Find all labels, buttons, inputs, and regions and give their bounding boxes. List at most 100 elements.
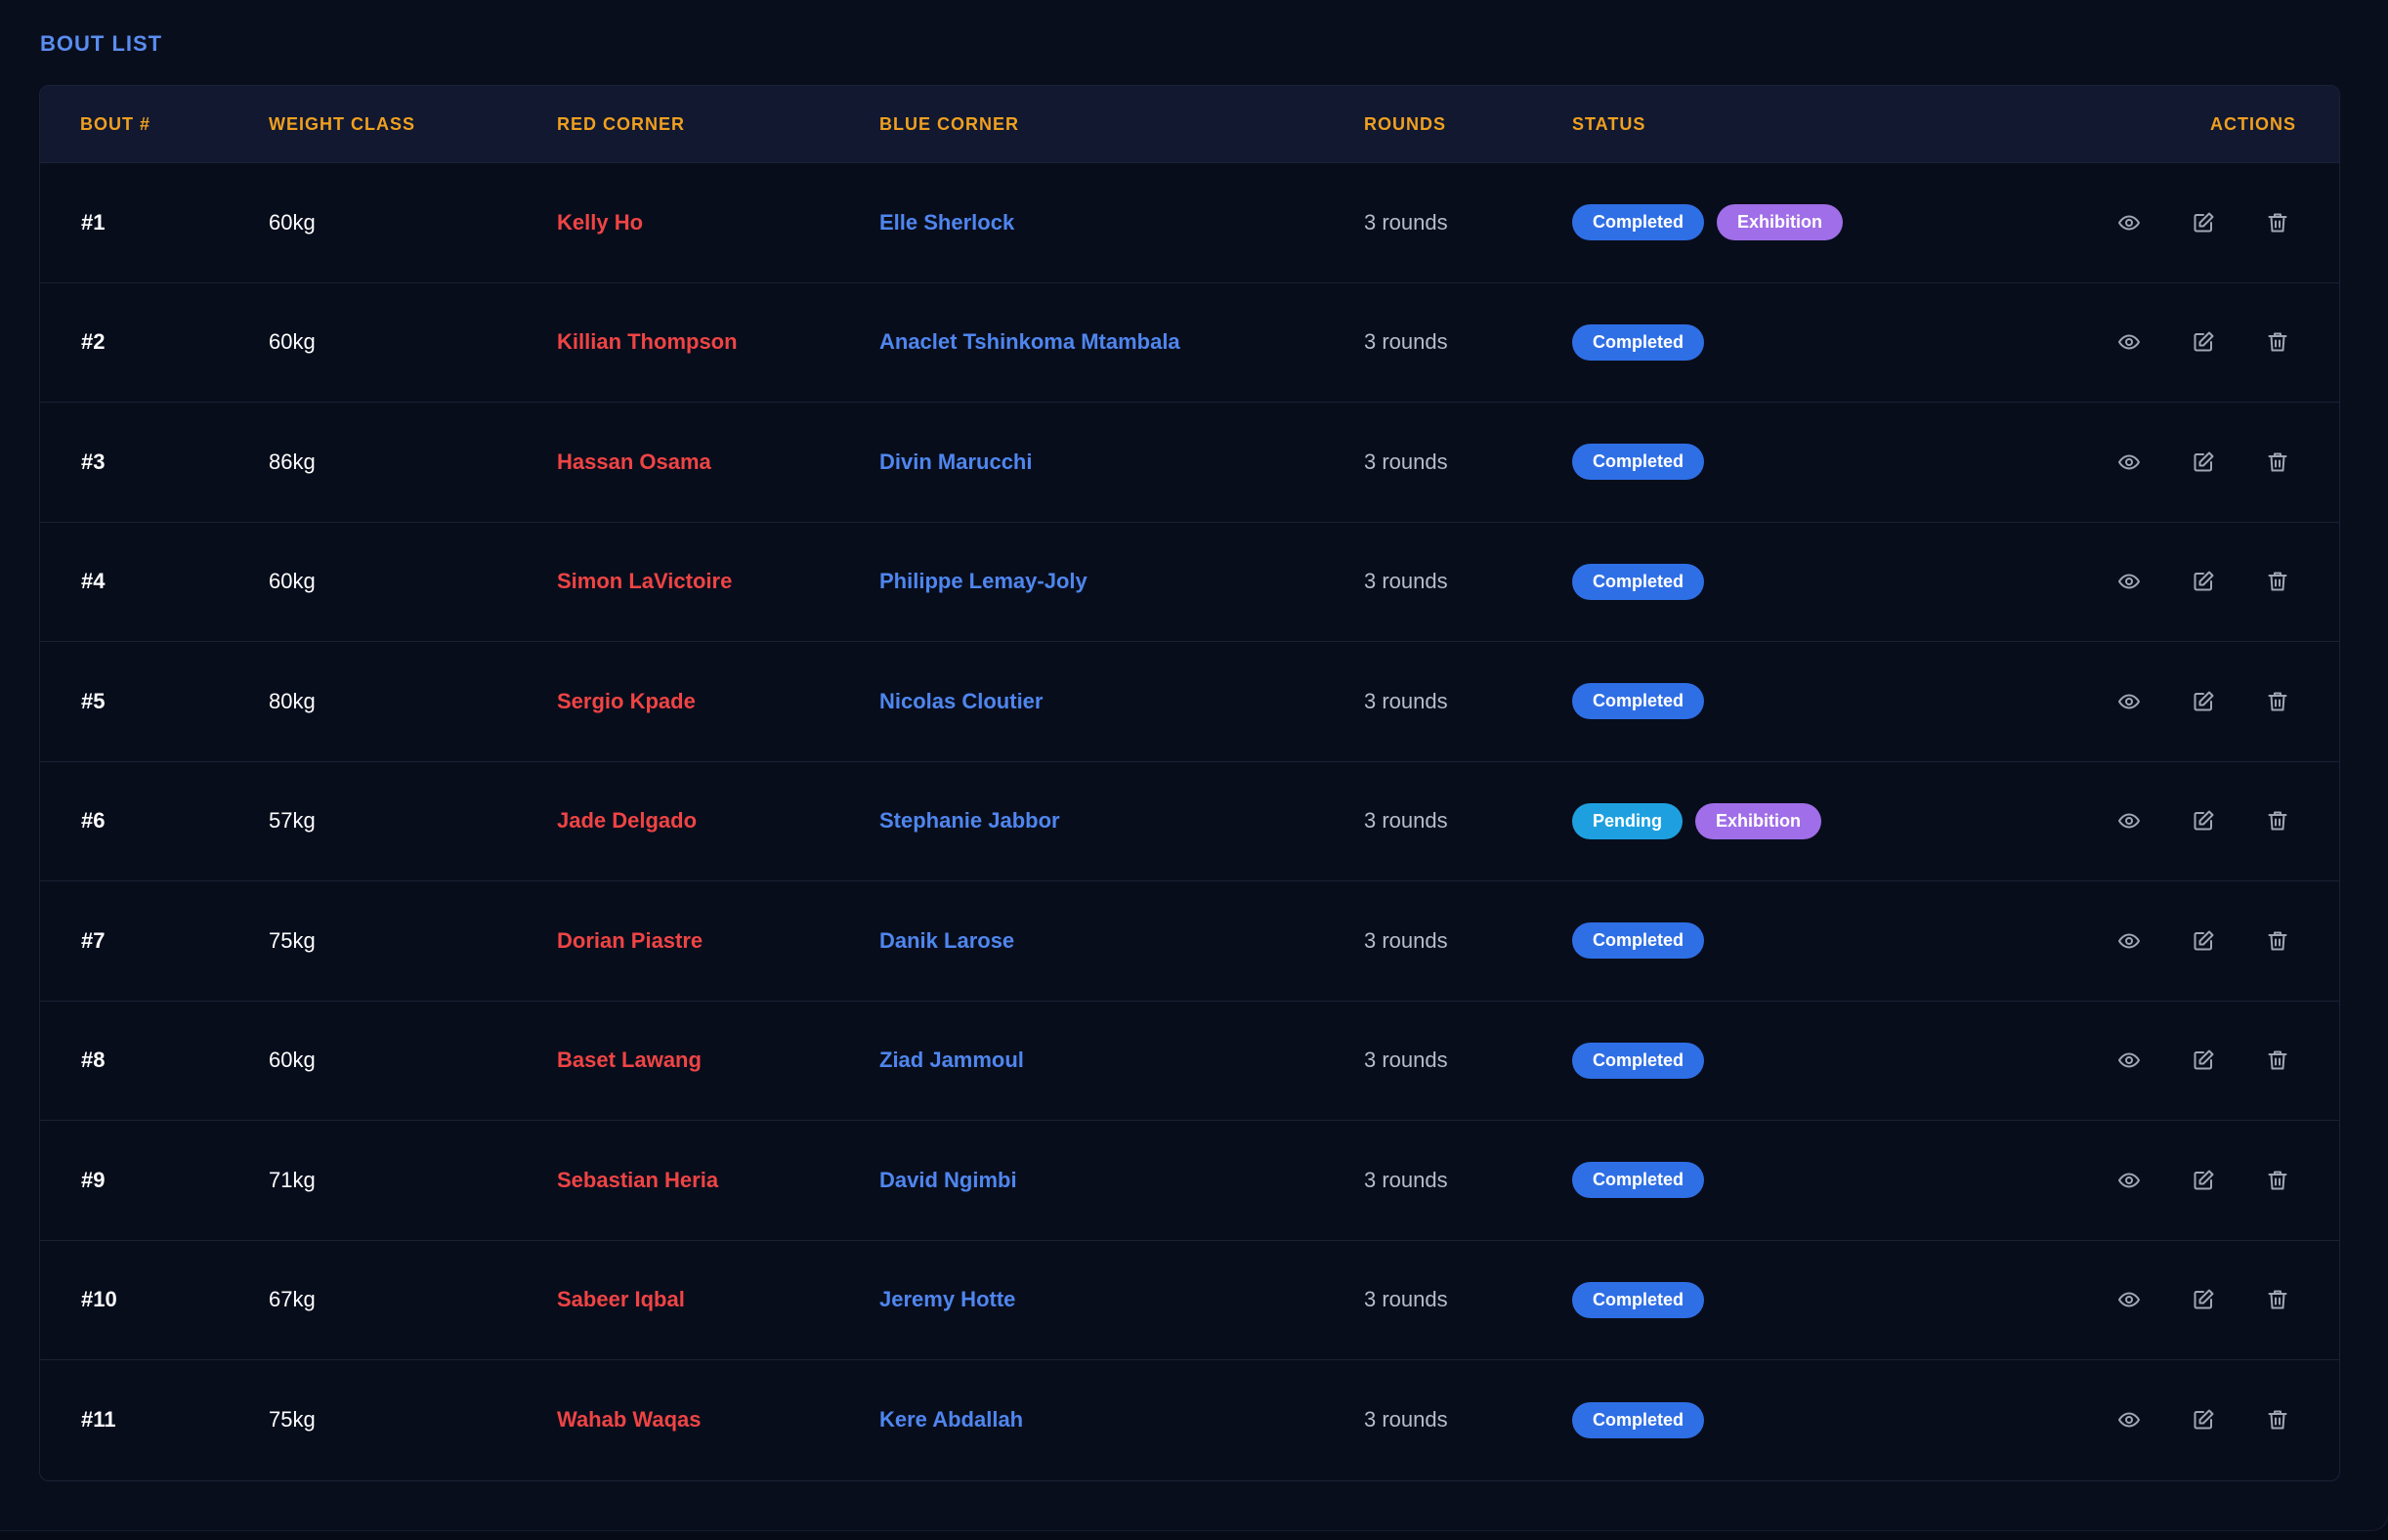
status-cell: Completed xyxy=(1572,283,1705,403)
delete-button[interactable] xyxy=(2240,322,2315,362)
blue-corner-fighter[interactable]: Stephanie Jabbor xyxy=(879,762,1060,881)
trash-icon xyxy=(2268,931,2287,951)
blue-corner-fighter[interactable]: Ziad Jammoul xyxy=(879,1002,1024,1121)
bout-list-panel: BOUT LIST BOUT # WEIGHT CLASS RED CORNER… xyxy=(0,0,2388,1531)
table-row[interactable]: #10 67kg Sabeer Iqbal Jeremy Hotte 3 rou… xyxy=(40,1241,2339,1360)
blue-corner-fighter[interactable]: Philippe Lemay-Joly xyxy=(879,523,1087,642)
delete-button[interactable] xyxy=(2240,562,2315,601)
table-row[interactable]: #2 60kg Killian Thompson Anaclet Tshinko… xyxy=(40,283,2339,403)
delete-button[interactable] xyxy=(2240,203,2315,242)
edit-button[interactable] xyxy=(2166,1400,2240,1439)
table-row[interactable]: #11 75kg Wahab Waqas Kere Abdallah 3 rou… xyxy=(40,1360,2339,1480)
edit-button[interactable] xyxy=(2166,203,2240,242)
view-button[interactable] xyxy=(2092,1161,2166,1200)
status-cell: Completed xyxy=(1572,403,1705,522)
red-corner-fighter[interactable]: Kelly Ho xyxy=(557,163,643,282)
delete-button[interactable] xyxy=(2240,801,2315,840)
weight-class: 67kg xyxy=(269,1287,316,1312)
eye-icon xyxy=(2118,574,2140,589)
table-row[interactable]: #1 60kg Kelly Ho Elle Sherlock 3 rounds … xyxy=(40,163,2339,283)
red-corner-fighter[interactable]: Sabeer Iqbal xyxy=(557,1241,685,1360)
rounds: 3 rounds xyxy=(1364,329,1448,355)
edit-icon xyxy=(2194,1049,2214,1070)
status-cell: Completed xyxy=(1572,881,1705,1001)
red-corner-fighter[interactable]: Killian Thompson xyxy=(557,283,738,403)
edit-icon xyxy=(2194,810,2214,831)
status-cell: Completed xyxy=(1572,523,1705,642)
delete-button[interactable] xyxy=(2240,1280,2315,1319)
bout-table: BOUT # WEIGHT CLASS RED CORNER BLUE CORN… xyxy=(39,85,2340,1481)
blue-corner-fighter[interactable]: Danik Larose xyxy=(879,881,1014,1001)
bout-number: #7 xyxy=(81,927,106,953)
table-row[interactable]: #5 80kg Sergio Kpade Nicolas Cloutier 3 … xyxy=(40,642,2339,762)
bout-number: #11 xyxy=(81,1407,116,1433)
actions-cell xyxy=(2092,642,2315,761)
table-row[interactable]: #6 57kg Jade Delgado Stephanie Jabbor 3 … xyxy=(40,762,2339,881)
red-corner-fighter[interactable]: Sergio Kpade xyxy=(557,642,696,761)
blue-corner-fighter[interactable]: Elle Sherlock xyxy=(879,163,1014,282)
red-corner-fighter[interactable]: Wahab Waqas xyxy=(557,1360,702,1480)
exhibition-badge: Exhibition xyxy=(1695,802,1821,839)
edit-button[interactable] xyxy=(2166,1041,2240,1080)
blue-corner-fighter[interactable]: Kere Abdallah xyxy=(879,1360,1023,1480)
view-button[interactable] xyxy=(2092,682,2166,721)
blue-corner-fighter[interactable]: Anaclet Tshinkoma Mtambala xyxy=(879,283,1180,403)
blue-corner-fighter[interactable]: Jeremy Hotte xyxy=(879,1241,1015,1360)
bout-number: #1 xyxy=(81,209,106,235)
eye-icon xyxy=(2118,694,2140,709)
red-corner-fighter[interactable]: Sebastian Heria xyxy=(557,1121,718,1240)
bout-number: #6 xyxy=(81,808,106,834)
edit-button[interactable] xyxy=(2166,322,2240,362)
blue-corner-fighter[interactable]: Nicolas Cloutier xyxy=(879,642,1043,761)
table-row[interactable]: #4 60kg Simon LaVictoire Philippe Lemay-… xyxy=(40,523,2339,642)
view-button[interactable] xyxy=(2092,921,2166,961)
status-cell: Completed Exhibition xyxy=(1572,163,1844,282)
view-button[interactable] xyxy=(2092,562,2166,601)
delete-button[interactable] xyxy=(2240,443,2315,482)
delete-button[interactable] xyxy=(2240,1161,2315,1200)
status-badge: Completed xyxy=(1572,1162,1705,1199)
edit-button[interactable] xyxy=(2166,682,2240,721)
edit-button[interactable] xyxy=(2166,443,2240,482)
eye-icon xyxy=(2118,454,2140,470)
delete-button[interactable] xyxy=(2240,1400,2315,1439)
bout-number: #2 xyxy=(81,329,106,355)
view-button[interactable] xyxy=(2092,322,2166,362)
view-button[interactable] xyxy=(2092,1400,2166,1439)
status-cell: Completed xyxy=(1572,1241,1705,1360)
red-corner-fighter[interactable]: Baset Lawang xyxy=(557,1002,702,1121)
view-button[interactable] xyxy=(2092,1280,2166,1319)
status-cell: Completed xyxy=(1572,1002,1705,1121)
table-row[interactable]: #8 60kg Baset Lawang Ziad Jammoul 3 roun… xyxy=(40,1002,2339,1121)
edit-button[interactable] xyxy=(2166,921,2240,961)
table-row[interactable]: #7 75kg Dorian Piastre Danik Larose 3 ro… xyxy=(40,881,2339,1002)
blue-corner-fighter[interactable]: Divin Marucchi xyxy=(879,403,1032,522)
edit-button[interactable] xyxy=(2166,1280,2240,1319)
delete-button[interactable] xyxy=(2240,921,2315,961)
actions-cell xyxy=(2092,283,2315,403)
delete-button[interactable] xyxy=(2240,682,2315,721)
red-corner-fighter[interactable]: Jade Delgado xyxy=(557,762,697,881)
view-button[interactable] xyxy=(2092,801,2166,840)
column-header-actions: ACTIONS xyxy=(2210,114,2296,134)
view-button[interactable] xyxy=(2092,203,2166,242)
red-corner-fighter[interactable]: Simon LaVictoire xyxy=(557,523,732,642)
red-corner-fighter[interactable]: Hassan Osama xyxy=(557,403,711,522)
rounds: 3 rounds xyxy=(1364,449,1448,474)
edit-button[interactable] xyxy=(2166,1161,2240,1200)
column-header-status: STATUS xyxy=(1572,114,1646,134)
status-badge: Pending xyxy=(1572,802,1683,839)
delete-button[interactable] xyxy=(2240,1041,2315,1080)
weight-class: 75kg xyxy=(269,1407,316,1433)
table-row[interactable]: #9 71kg Sebastian Heria David Ngimbi 3 r… xyxy=(40,1121,2339,1241)
red-corner-fighter[interactable]: Dorian Piastre xyxy=(557,881,703,1001)
view-button[interactable] xyxy=(2092,443,2166,482)
blue-corner-fighter[interactable]: David Ngimbi xyxy=(879,1121,1017,1240)
trash-icon xyxy=(2268,1410,2287,1430)
view-button[interactable] xyxy=(2092,1041,2166,1080)
edit-button[interactable] xyxy=(2166,801,2240,840)
edit-button[interactable] xyxy=(2166,562,2240,601)
table-row[interactable]: #3 86kg Hassan Osama Divin Marucchi 3 ro… xyxy=(40,403,2339,523)
bout-number: #5 xyxy=(81,688,106,713)
trash-icon xyxy=(2268,1050,2287,1070)
